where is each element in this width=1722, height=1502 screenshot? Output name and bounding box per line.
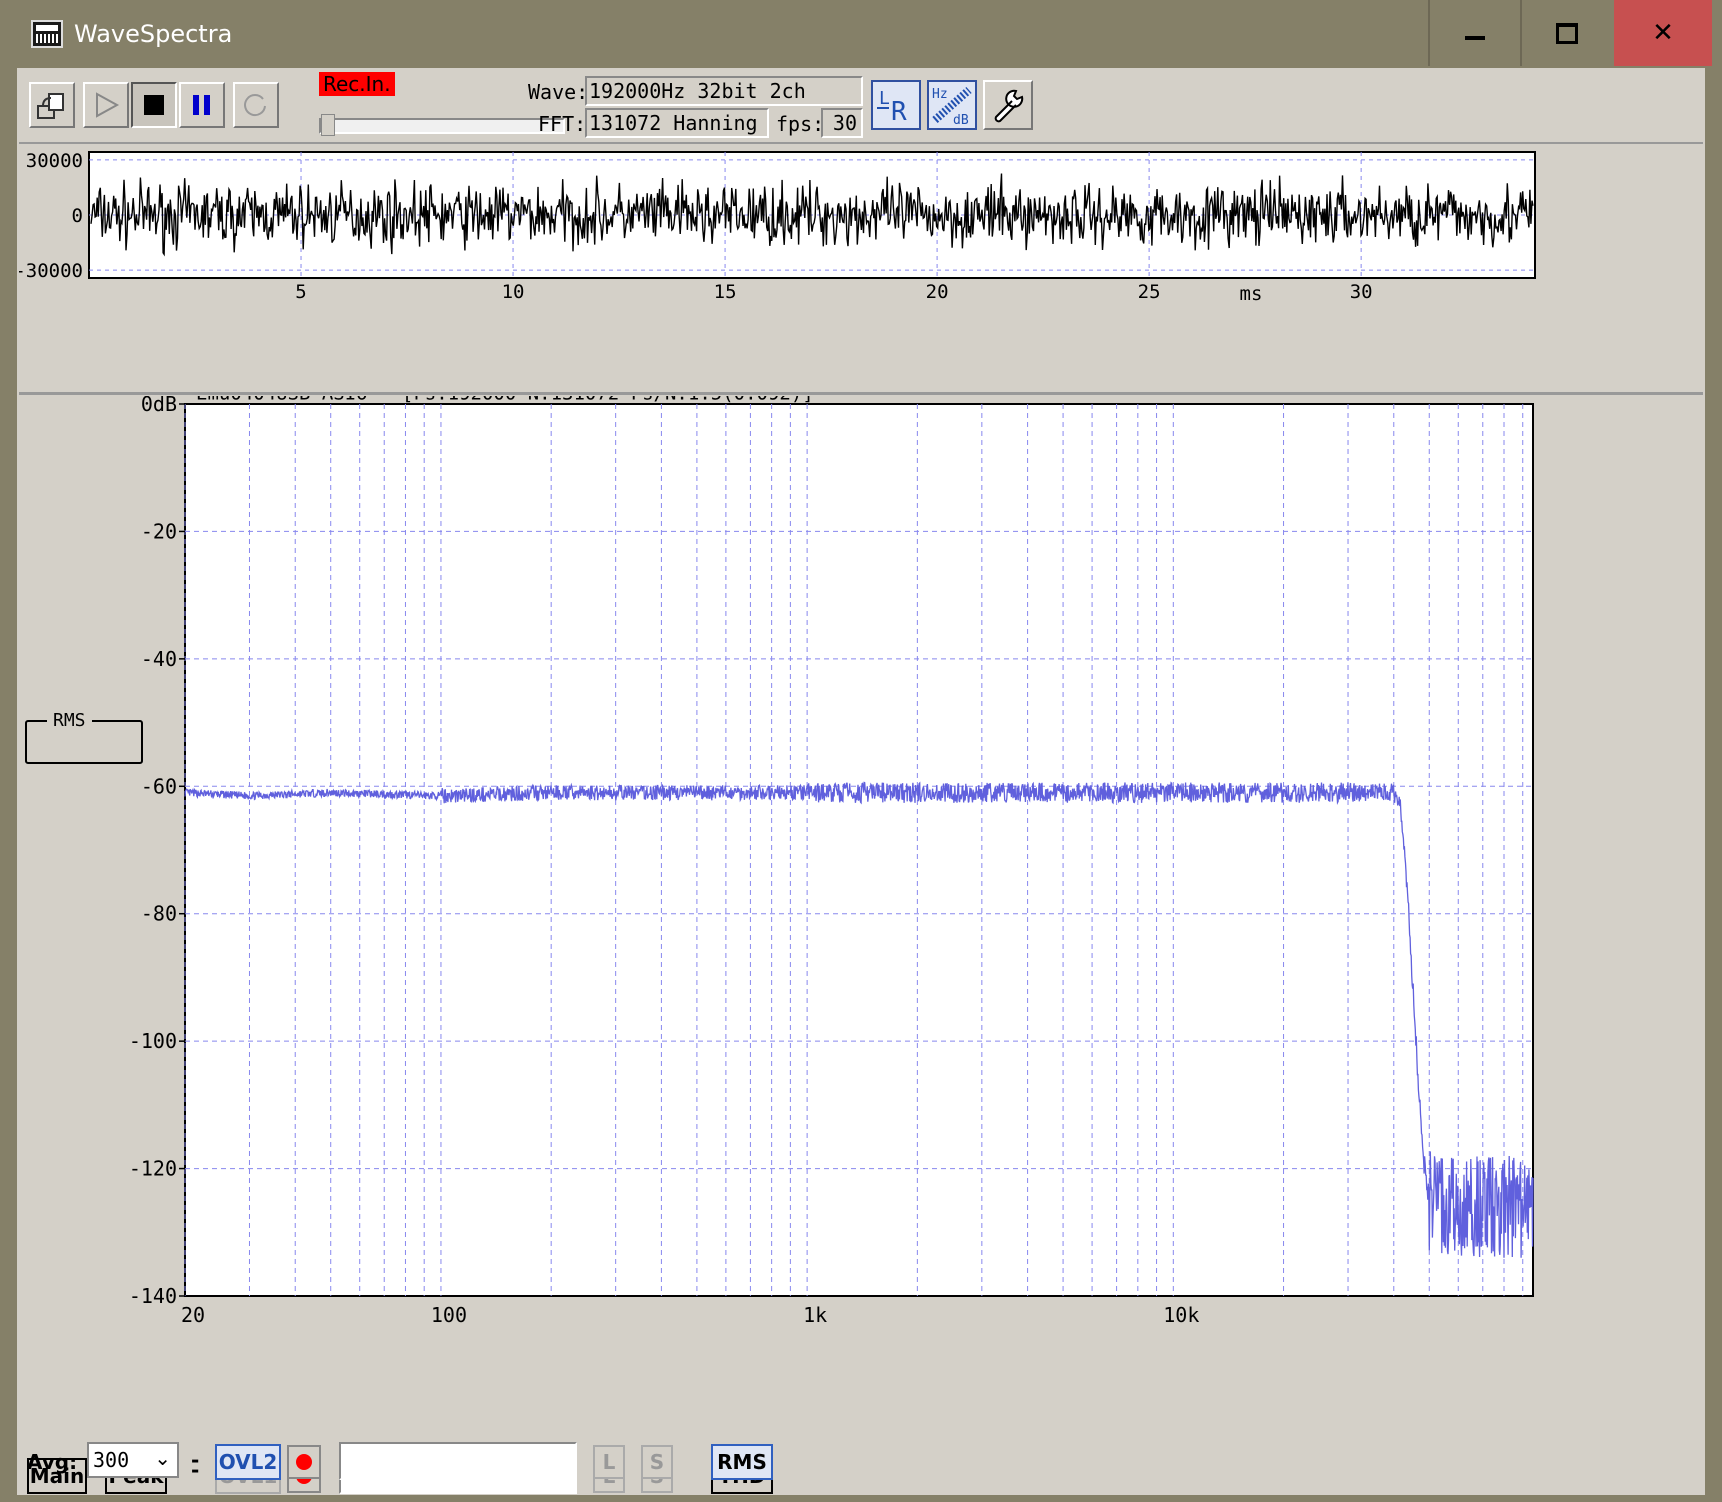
avg-label: Avg: — [27, 1450, 78, 1474]
spectrum-y-tick-label: -140 — [129, 1284, 177, 1308]
spectrum-plot-area — [184, 403, 1534, 1297]
close-icon: ✕ — [1652, 18, 1674, 48]
rms-button[interactable]: RMS — [711, 1444, 773, 1480]
rms-mode-label: RMS — [47, 710, 92, 731]
open-file-icon — [37, 93, 64, 119]
spectrum-y-tick-label: 0dB — [141, 396, 177, 416]
pause-button[interactable] — [179, 82, 225, 128]
chevron-down-icon: ⌄ — [154, 1446, 171, 1470]
rms-mode-group: RMS — [25, 710, 143, 764]
spectrum-y-tick-label: -20 — [141, 519, 177, 543]
toolbar: Rec.In. Wave: 192000Hz 32bit 2ch FFT: 13… — [19, 70, 1703, 144]
rec-in-label[interactable]: Rec.In. — [319, 72, 395, 96]
stop-icon — [144, 95, 164, 115]
waveform-panel: 5 10 15 20 25 30 30000 0 -30000 ms — [14, 144, 1703, 395]
avg-value: 300 — [93, 1448, 130, 1472]
open-file-button[interactable] — [29, 82, 75, 128]
spectrum-x-tick-label: 1k — [803, 1303, 827, 1327]
play-button[interactable] — [83, 82, 129, 128]
spectrum-y-tick-label: -100 — [129, 1029, 177, 1053]
input-level-slider[interactable] — [319, 114, 565, 136]
fps-value-field: 30 — [821, 108, 863, 138]
ovl2-button[interactable]: OVL2 — [215, 1444, 281, 1480]
spectrum-y-tick-label: -60 — [141, 774, 177, 798]
svg-text:L: L — [879, 88, 890, 109]
ovl2-l-button[interactable]: L — [593, 1445, 625, 1479]
window-title: WaveSpectra — [74, 20, 233, 48]
maximize-button[interactable] — [1520, 0, 1612, 66]
spectrum-panel: RMS 0dB -20 -40 -60 -80 -100 -120 -140 20 100 1k 10… — [19, 383, 1703, 1450]
lr-channel-icon: LR — [877, 88, 907, 127]
spectrum-x-tick-label: 20 — [181, 1303, 205, 1327]
record-dot-icon — [296, 1454, 312, 1470]
waveform-y-tick-label: 30000 — [26, 150, 83, 172]
waveform-x-tick-label: 10 — [502, 281, 525, 303]
spectrum-x-tick-label: 100 — [431, 1303, 467, 1327]
spectrum-chart[interactable]: 0dB -20 -40 -60 -80 -100 -120 -14020 100 1k 10k Emu… — [19, 383, 1703, 1450]
title-bar: WaveSpectra ✕ — [0, 0, 1722, 70]
svg-text:Hz: Hz — [932, 87, 948, 102]
ovl2-name-input[interactable] — [339, 1442, 577, 1480]
spectrum-y-tick-label: -80 — [141, 902, 177, 926]
bottom-row-2: Avg: 300 ⌄ - OVL2 L S RMS — [19, 1438, 819, 1488]
repeat-icon — [244, 94, 266, 117]
waveform-x-unit-label: ms — [1240, 283, 1263, 305]
waveform-y-tick-label: -30000 — [19, 260, 83, 282]
settings-button[interactable] — [983, 80, 1033, 130]
minimize-icon — [1465, 36, 1485, 40]
spectrum-header-label: Emu0404USB ASIO [Fs:192000 N:131072 Fs/N… — [196, 396, 814, 405]
waveform-x-tick-label: 5 — [295, 281, 306, 303]
spectrum-y-tick-label: -40 — [141, 647, 177, 671]
settings-wrench-icon — [994, 89, 1024, 123]
wavespectra-window: WaveSpectra ✕ Rec.In. Wave: 192000Hz 32b… — [0, 0, 1722, 1502]
close-button[interactable]: ✕ — [1614, 0, 1712, 66]
maximize-icon — [1556, 22, 1578, 44]
avg-select[interactable]: 300 ⌄ — [87, 1442, 179, 1478]
waveform-chart[interactable]: 5 10 15 20 25 30 30000 0 -30000 ms — [14, 144, 1703, 392]
hz-db-scale-button[interactable]: Hz dB — [927, 80, 977, 130]
waveform-x-tick-label: 15 — [714, 281, 737, 303]
hz-db-scale-icon: HzdB — [932, 87, 972, 128]
repeat-button[interactable] — [233, 82, 279, 128]
level-slider-thumb[interactable] — [321, 114, 335, 136]
fps-label: fps: — [776, 112, 825, 136]
svg-text:R: R — [891, 97, 907, 127]
ovl2-s-button[interactable]: S — [641, 1445, 673, 1479]
ovl2-record-button[interactable] — [287, 1445, 321, 1479]
wave-format-field: 192000Hz 32bit 2ch — [585, 76, 863, 106]
waveform-y-tick-label: 0 — [72, 205, 83, 227]
waveform-x-tick-label: 20 — [926, 281, 949, 303]
pause-icon — [193, 95, 210, 115]
app-icon[interactable] — [31, 20, 63, 48]
fft-label: FFT: — [538, 112, 587, 136]
spectrum-x-tick-label: 10k — [1163, 1303, 1199, 1327]
waveform-x-tick-label: 30 — [1350, 281, 1373, 303]
svg-text:dB: dB — [953, 113, 969, 128]
minimize-button[interactable] — [1428, 0, 1520, 66]
separator-dash-2: - — [191, 1448, 200, 1472]
waveform-x-tick-label: 25 — [1138, 281, 1161, 303]
lr-channel-button[interactable]: LR — [871, 80, 921, 130]
stop-button[interactable] — [131, 82, 177, 128]
client-area: Rec.In. Wave: 192000Hz 32bit 2ch FFT: 13… — [14, 68, 1705, 1495]
fft-settings-field: 131072 Hanning — [585, 108, 769, 138]
wave-label: Wave: — [528, 80, 589, 104]
play-icon — [96, 92, 120, 118]
spectrum-y-tick-label: -120 — [129, 1157, 177, 1181]
